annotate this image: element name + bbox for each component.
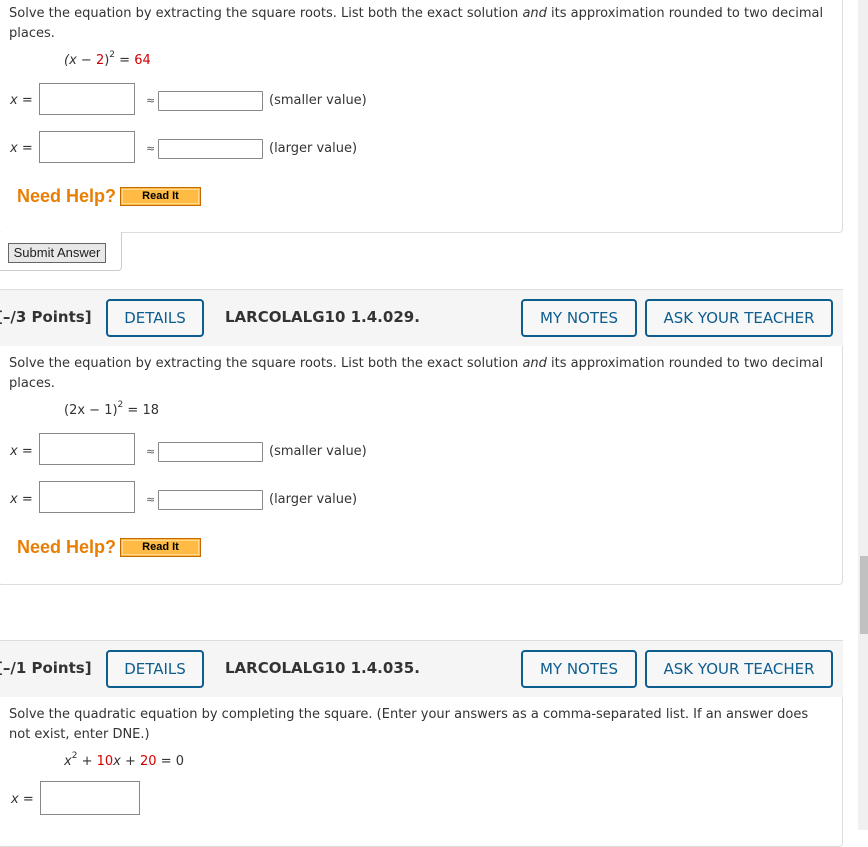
scrollbar-thumb[interactable] <box>860 556 868 634</box>
read-it-button[interactable]: Read It <box>120 187 201 206</box>
q2-exact-answer-smaller[interactable] <box>39 433 135 465</box>
approx-symbol: ≈ <box>146 94 156 107</box>
scrollbar-track[interactable] <box>858 0 868 830</box>
submit-answer-button[interactable]: Submit Answer <box>8 243 106 263</box>
smaller-value-hint: (smaller value) <box>269 93 367 108</box>
q2-approx-answer-larger[interactable] <box>158 490 263 510</box>
question-2-prompt: Solve the equation by extracting the squ… <box>9 356 824 391</box>
need-help-label: Need Help? <box>17 186 117 206</box>
x-equals-label: x = <box>10 492 33 507</box>
x-equals-label: x = <box>11 792 34 807</box>
question-2-header: [–/3 Points] DETAILS LARCOLALG10 1.4.029… <box>0 289 843 347</box>
q1-approx-answer-larger[interactable] <box>158 139 263 159</box>
question-1-prompt: Solve the equation by extracting the squ… <box>9 6 824 41</box>
x-equals-label: x = <box>10 141 33 156</box>
approx-symbol: ≈ <box>146 142 156 155</box>
question-3-header: [–/1 Points] DETAILS LARCOLALG10 1.4.035… <box>0 640 843 698</box>
my-notes-button[interactable]: MY NOTES <box>521 650 637 688</box>
approx-symbol: ≈ <box>146 493 156 506</box>
q2-exact-answer-larger[interactable] <box>39 481 135 513</box>
larger-value-hint: (larger value) <box>269 492 358 507</box>
read-it-button[interactable]: Read It <box>120 538 201 557</box>
question-id: LARCOLALG10 1.4.035. <box>225 659 420 677</box>
question-1-equation: (x − 2)2 = 64 <box>64 50 151 68</box>
my-notes-button[interactable]: MY NOTES <box>521 299 637 337</box>
x-equals-label: x = <box>10 93 33 108</box>
points-label: [–/1 Points] <box>0 659 92 677</box>
need-help-label: Need Help? <box>17 537 117 557</box>
approx-symbol: ≈ <box>146 445 156 458</box>
x-equals-label: x = <box>10 444 33 459</box>
details-button[interactable]: DETAILS <box>106 650 204 688</box>
ask-your-teacher-button[interactable]: ASK YOUR TEACHER <box>645 650 833 688</box>
q2-approx-answer-smaller[interactable] <box>158 442 263 462</box>
details-button[interactable]: DETAILS <box>106 299 204 337</box>
smaller-value-hint: (smaller value) <box>269 444 367 459</box>
q3-answer-input[interactable] <box>40 781 140 815</box>
q1-approx-answer-smaller[interactable] <box>158 91 263 111</box>
q1-exact-answer-larger[interactable] <box>39 131 135 163</box>
points-label: [–/3 Points] <box>0 308 92 326</box>
larger-value-hint: (larger value) <box>269 141 358 156</box>
question-3-equation: x2 + 10x + 20 = 0 <box>64 751 185 769</box>
question-3-prompt: Solve the quadratic equation by completi… <box>9 707 809 742</box>
ask-your-teacher-button[interactable]: ASK YOUR TEACHER <box>645 299 833 337</box>
question-id: LARCOLALG10 1.4.029. <box>225 308 420 326</box>
question-2-equation: (2x − 1)2 = 18 <box>64 400 159 418</box>
q1-exact-answer-smaller[interactable] <box>39 83 135 115</box>
